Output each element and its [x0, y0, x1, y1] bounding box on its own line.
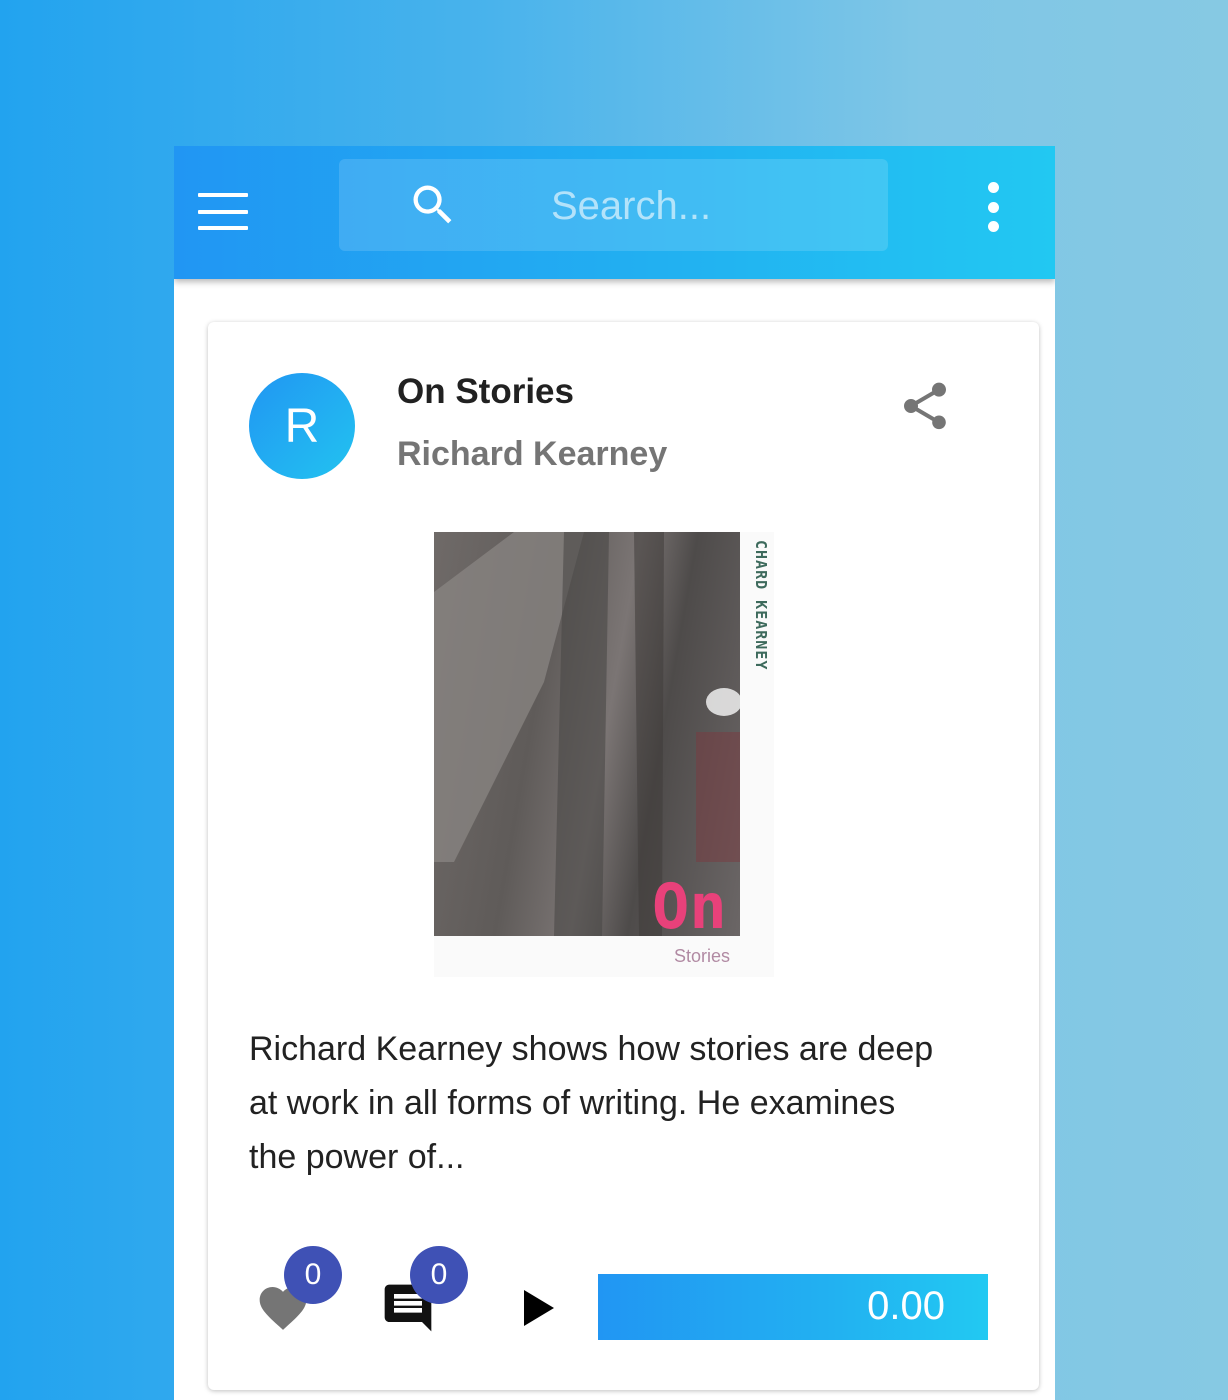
progress-value: 0.00	[867, 1284, 945, 1328]
comments-count-badge: 0	[410, 1246, 468, 1304]
post-card: R On Stories Richard Kearney CHARD KEARN…	[208, 322, 1039, 1390]
post-title[interactable]: On Stories	[397, 372, 574, 412]
search-input[interactable]	[549, 177, 873, 235]
share-icon[interactable]	[897, 376, 953, 436]
search-bar[interactable]	[339, 159, 888, 251]
post-author[interactable]: Richard Kearney	[397, 435, 667, 474]
cover-spine-text: CHARD KEARNEY	[752, 540, 770, 671]
app-screen: R On Stories Richard Kearney CHARD KEARN…	[174, 146, 1055, 1400]
book-cover-image[interactable]: CHARD KEARNEY On Stories	[434, 532, 774, 977]
play-icon[interactable]	[520, 1286, 558, 1330]
app-bar	[174, 146, 1055, 279]
menu-icon[interactable]	[198, 190, 248, 230]
cover-title-stories: Stories	[674, 946, 731, 966]
post-description[interactable]: Richard Kearney shows how stories are de…	[249, 1022, 949, 1184]
likes-count-badge: 0	[284, 1246, 342, 1304]
avatar[interactable]: R	[249, 373, 355, 479]
cover-title-on: On	[652, 870, 727, 943]
audio-progress-bar[interactable]: 0.00	[598, 1274, 988, 1340]
search-icon	[413, 185, 452, 224]
more-vert-icon[interactable]	[983, 182, 1003, 232]
